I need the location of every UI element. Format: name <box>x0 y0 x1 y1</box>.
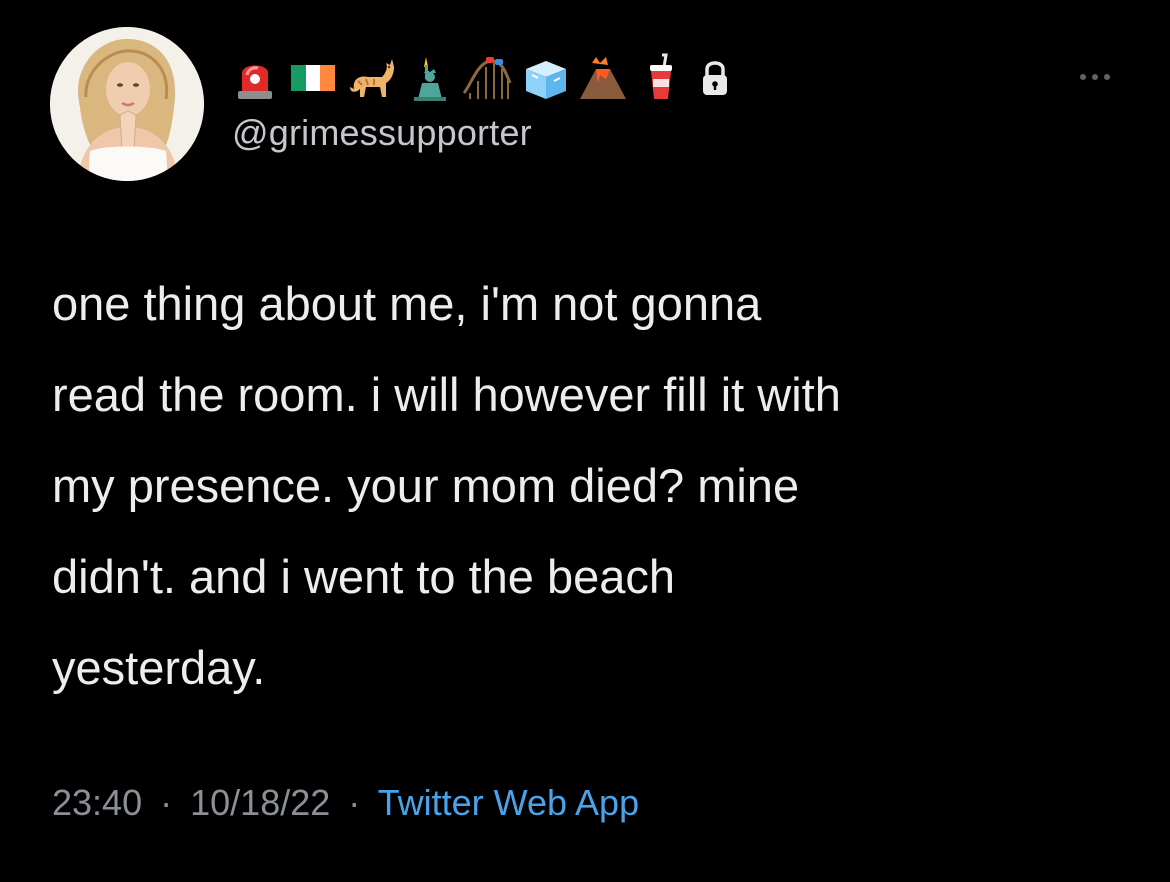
ireland-flag-icon <box>288 53 338 103</box>
tweet-time[interactable]: 23:40 <box>52 782 142 823</box>
cat-icon <box>346 53 396 103</box>
cup-with-straw-icon <box>636 53 686 103</box>
statue-of-liberty-icon <box>404 53 454 103</box>
meta-separator: · <box>160 782 173 823</box>
display-name[interactable] <box>230 50 730 106</box>
roller-coaster-icon <box>462 53 512 103</box>
tweet-text: one thing about me, i'm not gonna read t… <box>52 258 1142 713</box>
tweet-text-line: didn't. and i went to the beach <box>52 550 676 603</box>
ice-cube-icon <box>520 53 570 103</box>
user-handle[interactable]: @grimessupporter <box>232 112 532 154</box>
tweet-date[interactable]: 10/18/22 <box>190 782 330 823</box>
more-options-button[interactable] <box>1070 62 1120 92</box>
volcano-icon <box>578 53 628 103</box>
avatar-image <box>50 27 204 181</box>
tweet-text-line: yesterday. <box>52 641 266 694</box>
tweet-text-line: one thing about me, i'm not gonna <box>52 277 762 330</box>
meta-separator: · <box>348 782 361 823</box>
avatar[interactable] <box>50 27 204 181</box>
more-horizontal-icon <box>1080 74 1110 80</box>
tweet-source-link[interactable]: Twitter Web App <box>378 782 639 823</box>
lock-icon <box>700 56 730 100</box>
tweet-text-line: read the room. i will however fill it wi… <box>52 368 841 421</box>
police-light-icon <box>230 53 280 103</box>
tweet-card: @grimessupporter one thing about me, i'm… <box>0 0 1170 882</box>
tweet-text-line: my presence. your mom died? mine <box>52 459 800 512</box>
tweet-meta: 23:40 · 10/18/22 · Twitter Web App <box>52 782 639 824</box>
